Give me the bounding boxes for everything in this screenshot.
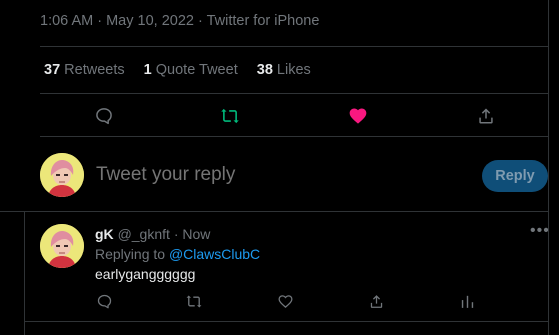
- reply-author-name[interactable]: gK: [95, 226, 114, 242]
- reply-retweet-button[interactable]: [179, 286, 209, 316]
- divider: [25, 321, 548, 322]
- likes-count: 38: [256, 62, 273, 78]
- reply-like-button[interactable]: [270, 286, 300, 316]
- replying-to-line: Replying to @ClawsClubC: [95, 246, 260, 262]
- replying-to-link[interactable]: @ClawsClubC: [169, 246, 260, 262]
- reply-separator: ·: [173, 226, 179, 242]
- share-icon: [370, 294, 382, 308]
- retweets-count: 37: [44, 62, 61, 78]
- quote-tweets-stat[interactable]: 1 Quote Tweet: [144, 62, 238, 78]
- reply-share-button[interactable]: [361, 286, 391, 316]
- user-avatar[interactable]: [40, 153, 84, 197]
- divider: [40, 93, 548, 94]
- tweet-detail-column: 1:06 AM · May 10, 2022 · Twitter for iPh…: [0, 0, 550, 335]
- heart-filled-icon: [349, 108, 367, 124]
- replying-to-prefix: Replying to: [95, 246, 166, 262]
- analytics-icon: [461, 295, 473, 308]
- retweet-icon: [221, 108, 239, 124]
- more-icon: •••: [530, 222, 550, 239]
- like-action-button[interactable]: [340, 98, 376, 134]
- tweet-timestamp[interactable]: 1:06 AM · May 10, 2022 · Twitter for iPh…: [40, 13, 319, 29]
- reply-time[interactable]: Now: [182, 226, 210, 242]
- likes-label: Likes: [276, 62, 311, 78]
- quote-tweets-label: Quote Tweet: [155, 62, 238, 78]
- reply-button[interactable]: Reply: [482, 160, 548, 192]
- avatar-illustration: [40, 224, 84, 268]
- retweets-label: Retweets: [64, 62, 125, 78]
- column-border: [548, 0, 549, 335]
- likes-stat[interactable]: 38 Likes: [257, 62, 311, 78]
- comment-icon: [96, 108, 112, 125]
- reply-comment-button[interactable]: [89, 286, 119, 316]
- divider: [0, 211, 548, 212]
- comment-icon: [97, 294, 111, 308]
- heart-icon: [277, 294, 293, 308]
- divider: [40, 136, 548, 137]
- reply-header: gK @_gknft · Now: [95, 226, 210, 242]
- column-border: [24, 212, 25, 335]
- quote-tweets-count: 1: [143, 62, 152, 78]
- reply-action-button[interactable]: [86, 98, 122, 134]
- reply-input[interactable]: [96, 164, 456, 186]
- more-button[interactable]: •••: [530, 222, 550, 240]
- avatar-illustration: [40, 153, 84, 197]
- reply-analytics-button[interactable]: [452, 286, 482, 316]
- retweet-action-button[interactable]: [212, 98, 248, 134]
- retweet-icon: [186, 294, 202, 308]
- share-icon: [479, 108, 493, 124]
- reply-author-handle[interactable]: @_gknft: [118, 226, 170, 242]
- share-action-button[interactable]: [468, 98, 504, 134]
- divider: [40, 46, 548, 47]
- reply-text: earlygangggggg: [95, 266, 196, 282]
- tweet-stats: 37 Retweets 1 Quote Tweet 38 Likes: [44, 62, 326, 78]
- reply-author-avatar[interactable]: [40, 224, 84, 268]
- retweets-stat[interactable]: 37 Retweets: [44, 62, 125, 78]
